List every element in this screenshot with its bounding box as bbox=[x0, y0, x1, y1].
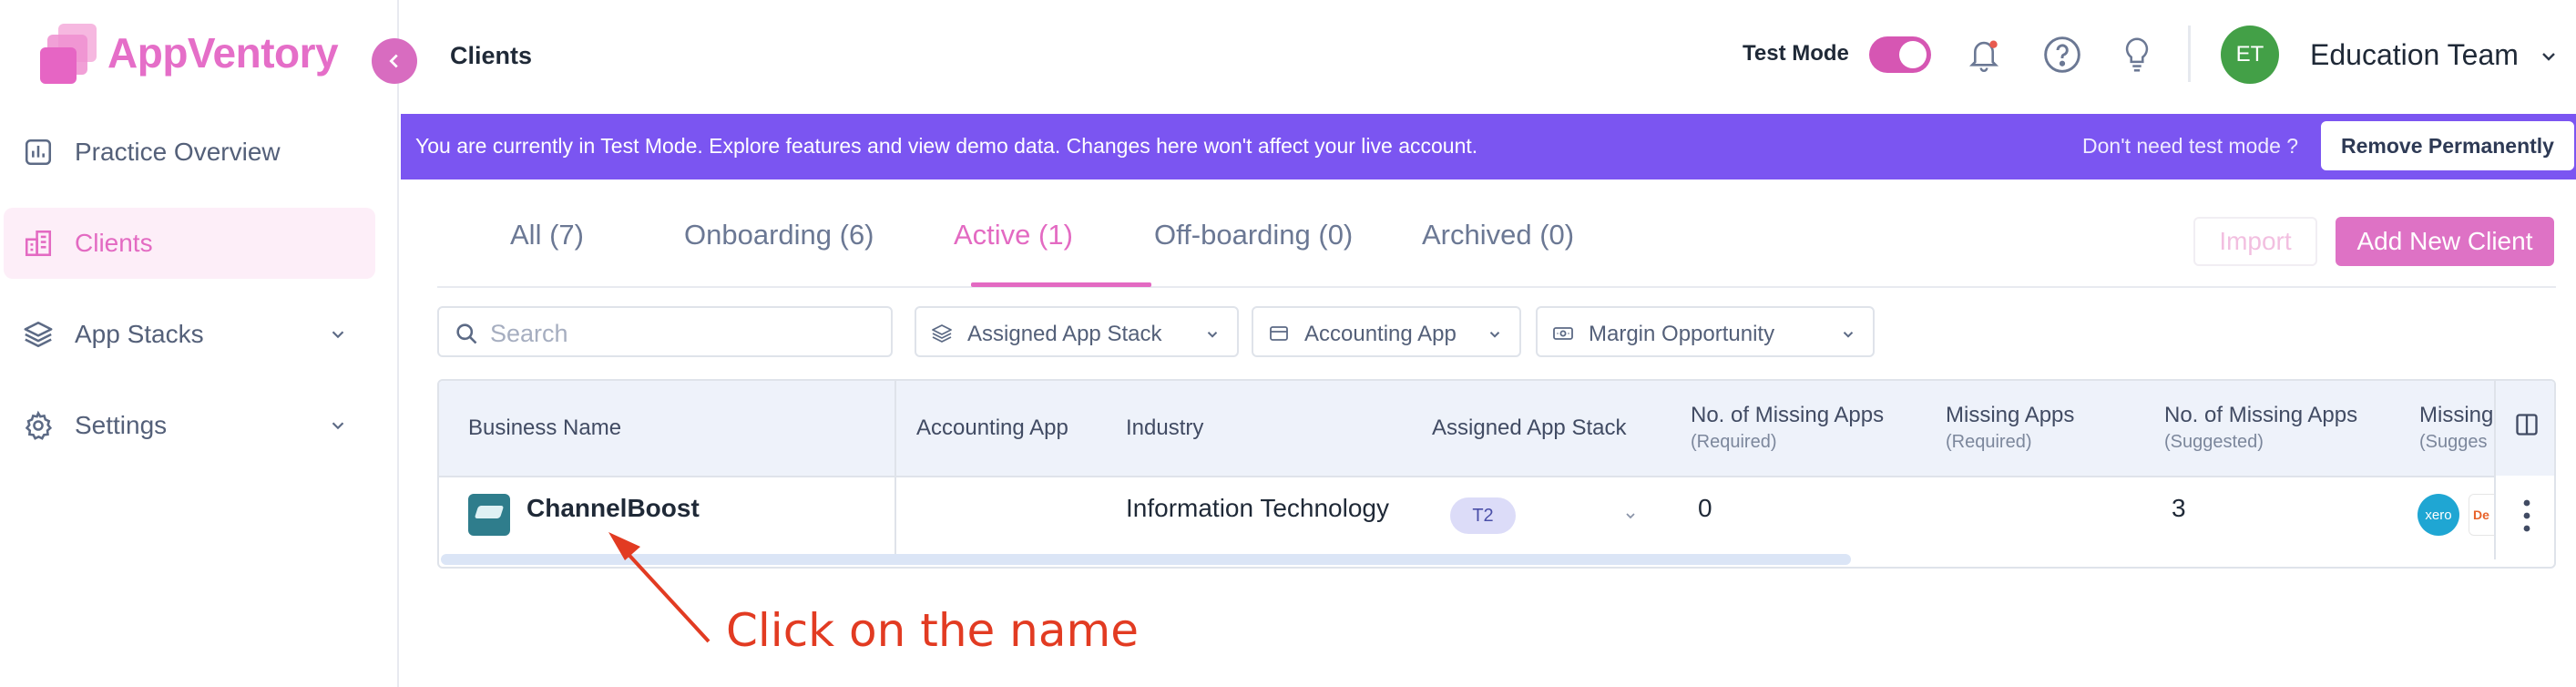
business-logo bbox=[468, 494, 510, 536]
divider bbox=[2188, 26, 2191, 82]
column-sublabel: (Required) bbox=[1691, 432, 1777, 452]
industry-cell: Information Technology bbox=[1126, 494, 1389, 522]
clients-table: Business Name Accounting App Industry As… bbox=[437, 379, 2556, 569]
annotation-text: Click on the name bbox=[726, 604, 1139, 657]
assigned-app-stack-filter[interactable]: Assigned App Stack bbox=[915, 306, 1239, 357]
chevron-down-icon bbox=[332, 331, 344, 339]
collapse-sidebar-button[interactable] bbox=[372, 38, 417, 84]
column-industry[interactable]: Industry bbox=[1126, 415, 1203, 441]
horizontal-scrollbar[interactable] bbox=[441, 554, 1851, 565]
chevron-left-icon bbox=[389, 54, 398, 68]
chevron-down-icon bbox=[1207, 332, 1218, 338]
column-accounting-app[interactable]: Accounting App bbox=[916, 415, 1068, 441]
tab-off-boarding[interactable]: Off-boarding (0) bbox=[1154, 219, 1353, 251]
bar-chart-icon bbox=[20, 134, 56, 170]
column-sublabel: (Required) bbox=[1946, 432, 2032, 452]
tab-archived[interactable]: Archived (0) bbox=[1422, 219, 1574, 251]
chevron-down-icon[interactable] bbox=[2538, 46, 2560, 67]
logo-mark-icon bbox=[36, 20, 106, 86]
add-new-client-button[interactable]: Add New Client bbox=[2336, 217, 2554, 266]
column-sublabel: (Sugges bbox=[2419, 432, 2488, 452]
sidebar-item-settings[interactable]: Settings bbox=[4, 390, 375, 461]
gear-icon bbox=[20, 407, 56, 444]
avatar[interactable]: ET bbox=[2221, 26, 2279, 84]
layers-icon bbox=[932, 324, 952, 343]
remove-permanently-button[interactable]: Remove Permanently bbox=[2321, 121, 2574, 170]
xero-app-icon[interactable]: xero bbox=[2418, 494, 2459, 536]
test-mode-label: Test Mode bbox=[1743, 41, 1849, 66]
table-header: Business Name Accounting App Industry As… bbox=[439, 381, 2554, 477]
column-missing-count-suggested[interactable]: No. of Missing Apps bbox=[2164, 403, 2357, 428]
sidebar-item-app-stacks[interactable]: App Stacks bbox=[4, 299, 375, 370]
missing-count-suggested-cell: 3 bbox=[2172, 494, 2186, 522]
search-field[interactable]: Search bbox=[437, 306, 893, 357]
column-sublabel: (Suggested) bbox=[2164, 432, 2264, 452]
building-icon bbox=[20, 225, 56, 261]
banner-question: Don't need test mode ? bbox=[2082, 134, 2299, 158]
more-options-icon[interactable] bbox=[2523, 499, 2530, 532]
tab-active[interactable]: Active (1) bbox=[954, 219, 1073, 251]
sidebar-item-label: Clients bbox=[75, 229, 153, 257]
margin-opportunity-filter[interactable]: Margin Opportunity bbox=[1536, 306, 1875, 357]
app-name: AppVentory bbox=[107, 29, 339, 77]
chevron-down-icon[interactable] bbox=[1623, 508, 1638, 523]
column-divider bbox=[894, 381, 896, 559]
toggle-knob bbox=[1899, 41, 1927, 68]
sidebar-item-label: Practice Overview bbox=[75, 138, 281, 166]
layers-icon bbox=[20, 316, 56, 353]
team-name[interactable]: Education Team bbox=[2310, 38, 2519, 72]
sidebar-item-label: Settings bbox=[75, 411, 168, 439]
filter-label: Margin Opportunity bbox=[1589, 322, 1775, 346]
tab-all[interactable]: All (7) bbox=[510, 219, 584, 251]
help-icon[interactable] bbox=[2040, 33, 2084, 77]
chevron-down-icon bbox=[1843, 332, 1854, 338]
missing-count-required-cell: 0 bbox=[1698, 494, 1712, 522]
search-icon bbox=[456, 323, 477, 344]
filter-label: Accounting App bbox=[1304, 322, 1457, 346]
test-mode-toggle[interactable] bbox=[1869, 36, 1931, 73]
page-title: Clients bbox=[450, 42, 533, 69]
sidebar: AppVentory Practice Overview Clients App… bbox=[0, 0, 399, 687]
column-missing-count-required[interactable]: No. of Missing Apps bbox=[1691, 403, 1884, 428]
column-missing-apps-suggested[interactable]: Missing bbox=[2419, 403, 2493, 428]
sidebar-item-practice-overview[interactable]: Practice Overview bbox=[4, 117, 375, 188]
column-missing-apps-required[interactable]: Missing Apps bbox=[1946, 403, 2074, 428]
sidebar-item-label: App Stacks bbox=[75, 320, 204, 348]
accounting-app-filter[interactable]: Accounting App bbox=[1252, 306, 1521, 357]
app-logo[interactable]: AppVentory bbox=[36, 20, 339, 86]
business-name-link[interactable]: ChannelBoost bbox=[526, 494, 700, 523]
row-actions-column bbox=[2494, 381, 2554, 559]
test-mode-banner: You are currently in Test Mode. Explore … bbox=[401, 114, 2576, 179]
money-icon bbox=[1553, 327, 1573, 340]
columns-toggle-icon[interactable] bbox=[2514, 412, 2540, 437]
filter-label: Assigned App Stack bbox=[967, 322, 1162, 346]
sidebar-item-clients[interactable]: Clients bbox=[4, 208, 375, 279]
chevron-down-icon bbox=[332, 422, 344, 430]
column-assigned-app-stack[interactable]: Assigned App Stack bbox=[1432, 415, 1626, 441]
search-placeholder: Search bbox=[490, 320, 568, 347]
notification-bell-icon[interactable] bbox=[1962, 33, 2006, 77]
active-tab-indicator bbox=[971, 282, 1151, 287]
top-bar: Clients Test Mode ET Education Team bbox=[401, 0, 2576, 113]
chevron-down-icon bbox=[1489, 332, 1500, 338]
dext-app-icon[interactable]: De bbox=[2469, 494, 2496, 536]
import-button[interactable]: Import bbox=[2193, 217, 2317, 266]
tab-onboarding[interactable]: Onboarding (6) bbox=[684, 219, 874, 251]
column-business-name[interactable]: Business Name bbox=[468, 415, 621, 441]
app-stack-badge[interactable]: T2 bbox=[1450, 497, 1516, 534]
banner-message: You are currently in Test Mode. Explore … bbox=[415, 134, 1478, 158]
lightbulb-icon[interactable] bbox=[2115, 33, 2159, 77]
credit-card-icon bbox=[1270, 326, 1288, 341]
